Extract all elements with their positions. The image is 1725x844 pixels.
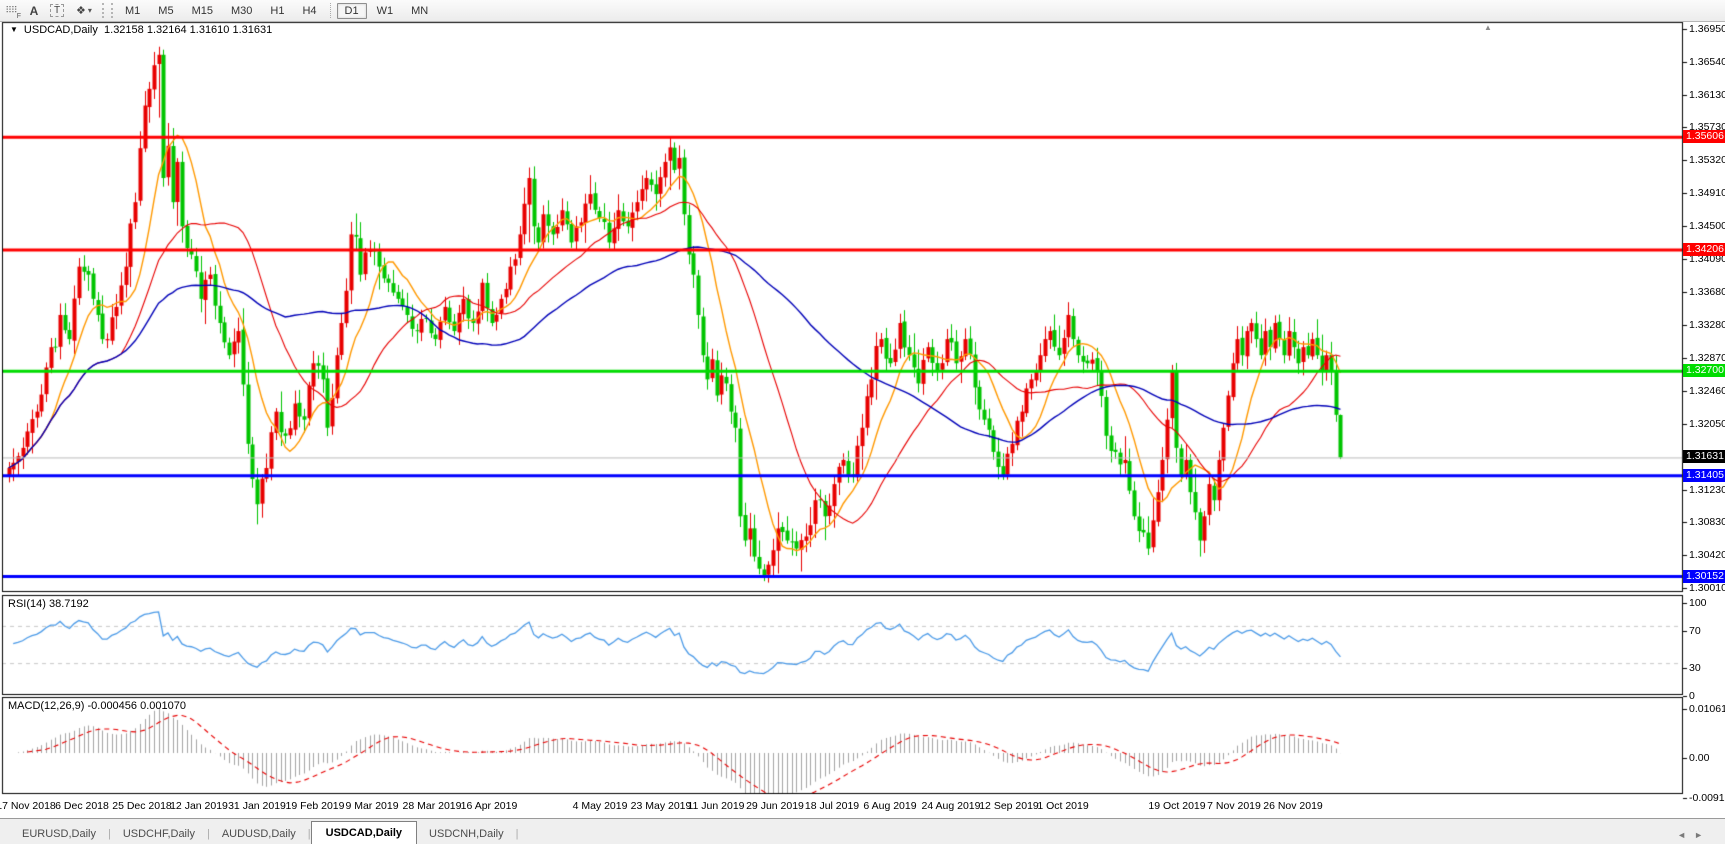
timeframe-button-w1[interactable]: W1 <box>369 3 402 19</box>
price-level-badge[interactable]: 1.30152 <box>1683 570 1725 583</box>
symbol-tab-usdcad[interactable]: USDCAD,Daily <box>311 821 417 844</box>
current-price-badge: 1.31631 <box>1683 450 1725 463</box>
dropdown-caret-icon[interactable]: ▾ <box>88 6 92 15</box>
timeframe-button-h4[interactable]: H4 <box>294 3 324 19</box>
rsi-axis-label: 30 <box>1689 662 1701 674</box>
timeframe-button-mn[interactable]: MN <box>403 3 436 19</box>
price-level-badge[interactable]: 1.32700 <box>1683 364 1725 377</box>
price-level-badge[interactable]: 1.31405 <box>1683 469 1725 482</box>
objects-icon[interactable]: ❖▾ <box>69 2 99 19</box>
chart-canvas[interactable] <box>0 0 1725 844</box>
macd-indicator-label: MACD(12,26,9) -0.000456 0.001070 <box>8 700 186 712</box>
date-axis-label: 19 Oct 2019 <box>1148 800 1205 812</box>
rsi-axis-label: 0 <box>1689 690 1695 702</box>
date-axis-label: 12 Sep 2019 <box>979 800 1039 812</box>
rsi-indicator-label: RSI(14) 38.7192 <box>8 598 89 610</box>
date-axis-label: 6 Dec 2018 <box>55 800 109 812</box>
price-axis-label: 1.33680 <box>1689 286 1725 298</box>
timeframe-button-m30[interactable]: M30 <box>223 3 260 19</box>
timeframe-button-group: M1M5M15M30H1H4 D1W1MN <box>116 3 437 19</box>
rsi-axis-label: 100 <box>1689 597 1707 609</box>
macd-axis-label: -0.009183 <box>1689 792 1725 804</box>
date-axis-label: 9 Mar 2019 <box>345 800 398 812</box>
chart-title: ▼ USDCAD,Daily 1.32158 1.32164 1.31610 1.… <box>10 24 272 36</box>
timeframe-button-m5[interactable]: M5 <box>150 3 181 19</box>
date-axis-label: 18 Jul 2019 <box>805 800 859 812</box>
tab-separator: | <box>516 824 519 844</box>
price-axis-label: 1.31230 <box>1689 484 1725 496</box>
date-axis-label: 1 Oct 2019 <box>1037 800 1088 812</box>
price-axis-label: 1.32870 <box>1689 352 1725 364</box>
symbol-tab-bar: EURUSD,Daily|USDCHF,Daily|AUDUSD,Daily|U… <box>0 818 1725 844</box>
price-level-badge[interactable]: 1.34206 <box>1683 243 1725 256</box>
date-axis-label: 6 Aug 2019 <box>863 800 916 812</box>
symbol-tab-audusd[interactable]: AUDUSD,Daily <box>210 824 308 844</box>
symbol-tab-eurusd[interactable]: EURUSD,Daily <box>10 824 108 844</box>
date-axis-label: 12 Jan 2019 <box>170 800 228 812</box>
date-axis-label: 25 Dec 2018 <box>112 800 172 812</box>
date-axis-label: 28 Mar 2019 <box>403 800 462 812</box>
price-axis-label: 1.32050 <box>1689 418 1725 430</box>
date-axis-label: 16 Apr 2019 <box>461 800 518 812</box>
toolbar-separator <box>330 3 332 18</box>
chart-shift-marker-icon: ▲ <box>1484 23 1492 32</box>
macd-axis-label: 0.010615 <box>1689 703 1725 715</box>
price-axis-label: 1.30010 <box>1689 582 1725 594</box>
symbol-tab-usdchf[interactable]: USDCHF,Daily <box>111 824 207 844</box>
date-axis-label: 31 Jan 2019 <box>228 800 286 812</box>
date-axis-label: 23 May 2019 <box>631 800 692 812</box>
price-axis-label: 1.33280 <box>1689 319 1725 331</box>
date-axis-label: 24 Aug 2019 <box>922 800 981 812</box>
tab-scroll-left-icon: ◄ <box>1677 830 1694 840</box>
date-axis-label: 19 Feb 2019 <box>286 800 345 812</box>
snap-grid-icon[interactable]: ⠿⠿F <box>1 2 21 19</box>
timeframe-button-d1[interactable]: D1 <box>337 3 367 19</box>
chart-ohlc-values: 1.32158 1.32164 1.31610 1.31631 <box>104 24 272 36</box>
timeframe-button-m15[interactable]: M15 <box>184 3 221 19</box>
application-window: ⠿⠿F A T ❖▾ M1M5M15M30H1H4 D1W1MN ▼ USDCAD,… <box>0 0 1725 844</box>
price-axis-label: 1.32460 <box>1689 385 1725 397</box>
date-axis-label: 7 Nov 2019 <box>1207 800 1261 812</box>
date-axis-label: 26 Nov 2019 <box>1263 800 1323 812</box>
price-axis-label: 1.34500 <box>1689 220 1725 232</box>
timeframe-button-m1[interactable]: M1 <box>117 3 148 19</box>
rsi-current-value: 38.7192 <box>49 598 89 610</box>
tab-scroll-arrows[interactable]: ◄► <box>1677 830 1711 844</box>
date-axis-label: 17 Nov 2018 <box>0 800 56 812</box>
rsi-axis-label: 70 <box>1689 625 1701 637</box>
chart-symbol-label: USDCAD,Daily <box>24 24 98 36</box>
date-axis-label: 29 Jun 2019 <box>746 800 804 812</box>
toolbar-grip[interactable] <box>102 3 113 18</box>
price-axis-label: 1.34910 <box>1689 187 1725 199</box>
font-icon[interactable]: A <box>23 2 45 19</box>
collapse-caret-icon[interactable]: ▼ <box>10 25 18 34</box>
price-axis-label: 1.36130 <box>1689 89 1725 101</box>
price-axis-label: 1.35320 <box>1689 154 1725 166</box>
price-axis-label: 1.30420 <box>1689 549 1725 561</box>
toolbar: ⠿⠿F A T ❖▾ M1M5M15M30H1H4 D1W1MN <box>0 0 1725 22</box>
macd-current-values: -0.000456 0.001070 <box>87 700 185 712</box>
timeframe-button-h1[interactable]: H1 <box>262 3 292 19</box>
price-axis-label: 1.36540 <box>1689 56 1725 68</box>
price-axis-label: 1.30830 <box>1689 516 1725 528</box>
text-label-icon[interactable]: T <box>47 2 67 19</box>
date-axis-label: 11 Jun 2019 <box>687 800 744 812</box>
tab-scroll-right-icon: ► <box>1694 830 1711 840</box>
macd-axis-label: 0.00 <box>1689 752 1709 764</box>
symbol-tab-usdcnh[interactable]: USDCNH,Daily <box>417 824 516 844</box>
price-level-badge[interactable]: 1.35606 <box>1683 130 1725 143</box>
price-axis-label: 1.36950 <box>1689 23 1725 35</box>
date-axis-label: 4 May 2019 <box>573 800 628 812</box>
